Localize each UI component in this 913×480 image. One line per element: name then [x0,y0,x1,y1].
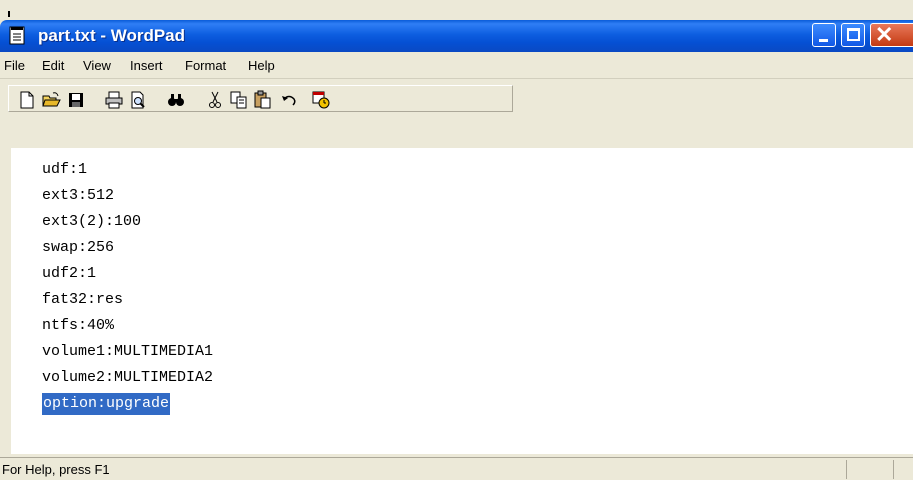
find-icon[interactable] [166,90,186,110]
save-icon[interactable] [66,90,86,110]
toolbar-band [8,85,513,112]
open-icon[interactable] [41,90,61,110]
document-line[interactable]: swap:256 [42,237,114,259]
minimize-icon [819,39,828,42]
menu-view[interactable]: View [83,58,111,73]
document-line[interactable]: fat32:res [42,289,123,311]
ruler-area [0,116,913,148]
window-title: part.txt - WordPad [38,26,186,45]
date-time-icon[interactable] [311,90,331,110]
print-preview-icon[interactable] [128,90,148,110]
corner-mark [8,11,10,17]
document-line[interactable]: ext3(2):100 [42,211,141,233]
menu-edit[interactable]: Edit [42,58,64,73]
toolbar [0,79,913,116]
document-line[interactable]: udf2:1 [42,263,96,285]
undo-icon[interactable] [279,90,299,110]
wordpad-window: part.txt - WordPad ✕ File Edit View Inse… [0,0,913,480]
document-line[interactable]: volume1:MULTIMEDIA1 [42,341,213,363]
status-text: For Help, press F1 [2,462,110,477]
maximize-button[interactable] [841,23,865,47]
title-bar[interactable]: part.txt - WordPad ✕ [0,20,913,52]
status-pane-divider [893,460,894,479]
close-button[interactable]: ✕ [870,23,913,47]
menu-file[interactable]: File [4,58,25,73]
copy-icon[interactable] [229,90,249,110]
selected-document-line[interactable]: option:upgrade [42,393,171,415]
new-icon[interactable] [17,90,37,110]
document-line[interactable]: ntfs:40% [42,315,114,337]
document-editor[interactable]: udf:1 ext3:512 ext3(2):100 swap:256 udf2… [11,148,913,454]
minimize-button[interactable] [812,23,836,47]
maximize-icon [847,28,860,41]
close-icon: ✕ [875,22,894,47]
print-icon[interactable] [104,90,124,110]
menu-help[interactable]: Help [248,58,275,73]
notepad-document-icon[interactable] [9,26,25,45]
menu-format[interactable]: Format [185,58,226,73]
paste-icon[interactable] [253,90,273,110]
document-line[interactable]: volume2:MULTIMEDIA2 [42,367,213,389]
status-bar: For Help, press F1 [0,457,913,480]
cut-icon[interactable] [205,90,225,110]
status-pane-divider [846,460,847,479]
document-line[interactable]: udf:1 [42,159,87,181]
document-line[interactable]: ext3:512 [42,185,114,207]
menu-bar: File Edit View Insert Format Help [0,52,913,79]
menu-insert[interactable]: Insert [130,58,163,73]
